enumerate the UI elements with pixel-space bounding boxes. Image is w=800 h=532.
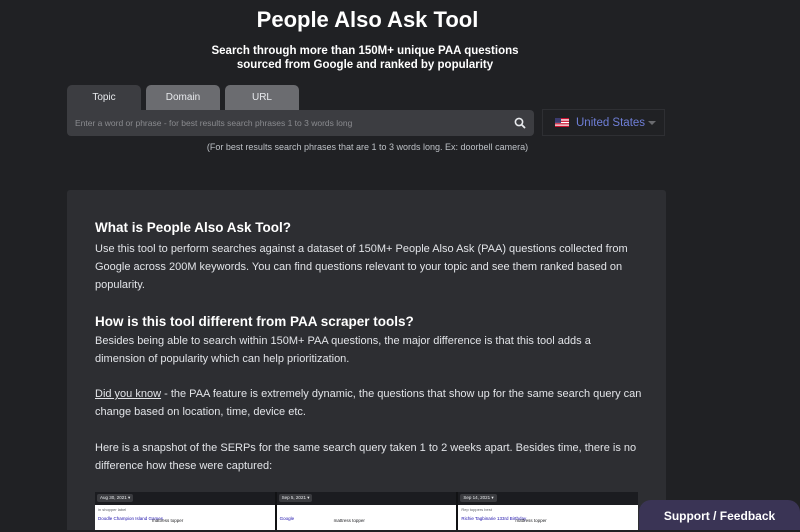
serp-snapshot: Sep 14, 2021 ▾ Rep toppers best Richie T… — [458, 492, 638, 530]
snapshot-text: mattress topper — [333, 518, 365, 523]
country-select[interactable]: United States — [542, 109, 665, 136]
info-panel: What is People Also Ask Tool? Use this t… — [67, 190, 666, 530]
us-flag-icon — [555, 118, 569, 127]
snapshot-text: mattress topper — [515, 518, 547, 523]
snapshot-text: Rep toppers best — [461, 507, 492, 512]
snapshot-date: Sep 14, 2021 ▾ — [460, 494, 497, 502]
snapshot-text: Google — [279, 516, 295, 521]
snapshot-date: Sep 5, 2021 ▾ — [278, 494, 313, 502]
tab-url[interactable]: URL — [225, 85, 299, 110]
snapshot-date: Aug 30, 2021 ▾ — [97, 494, 134, 502]
serp-snapshots-image: Aug 30, 2021 ▾ in shopper label Doodle C… — [95, 492, 638, 530]
search-input[interactable] — [67, 110, 497, 136]
serp-snapshot: Aug 30, 2021 ▾ in shopper label Doodle C… — [95, 492, 275, 530]
did-you-know-link[interactable]: Did you know — [95, 388, 161, 400]
snapshot-text: in shopper label — [98, 507, 127, 512]
did-you-know-text: - the PAA feature is extremely dynamic, … — [95, 388, 642, 418]
caret-down-icon — [648, 121, 656, 125]
section-heading-what: What is People Also Ask Tool? — [95, 220, 292, 235]
page-title: People Also Ask Tool — [256, 7, 479, 32]
section-heading-difference: How is this tool different from PAA scra… — [95, 314, 414, 329]
search-box — [67, 110, 534, 136]
did-you-know-paragraph: Did you know - the PAA feature is extrem… — [95, 385, 643, 421]
snapshot-intro: Here is a snapshot of the SERPs for the … — [95, 442, 637, 472]
page-subtitle: Search through more than 150M+ unique PA… — [211, 45, 519, 71]
search-icon[interactable] — [512, 115, 528, 131]
search-hint: (For best results search phrases that ar… — [206, 142, 529, 152]
tab-topic[interactable]: Topic — [67, 85, 141, 110]
search-mode-tabs: Topic Domain URL — [67, 85, 299, 110]
snapshot-text: mattress topper — [152, 518, 184, 523]
section-text-difference: Besides being able to search within 150M… — [95, 335, 591, 365]
section-text-what: Use this tool to perform searches agains… — [95, 243, 628, 291]
support-feedback-button[interactable]: Support / Feedback — [639, 500, 800, 530]
tab-domain[interactable]: Domain — [146, 85, 220, 110]
serp-snapshot: Sep 5, 2021 ▾ Google mattress topper — [276, 492, 457, 530]
country-label: United States — [576, 116, 646, 129]
